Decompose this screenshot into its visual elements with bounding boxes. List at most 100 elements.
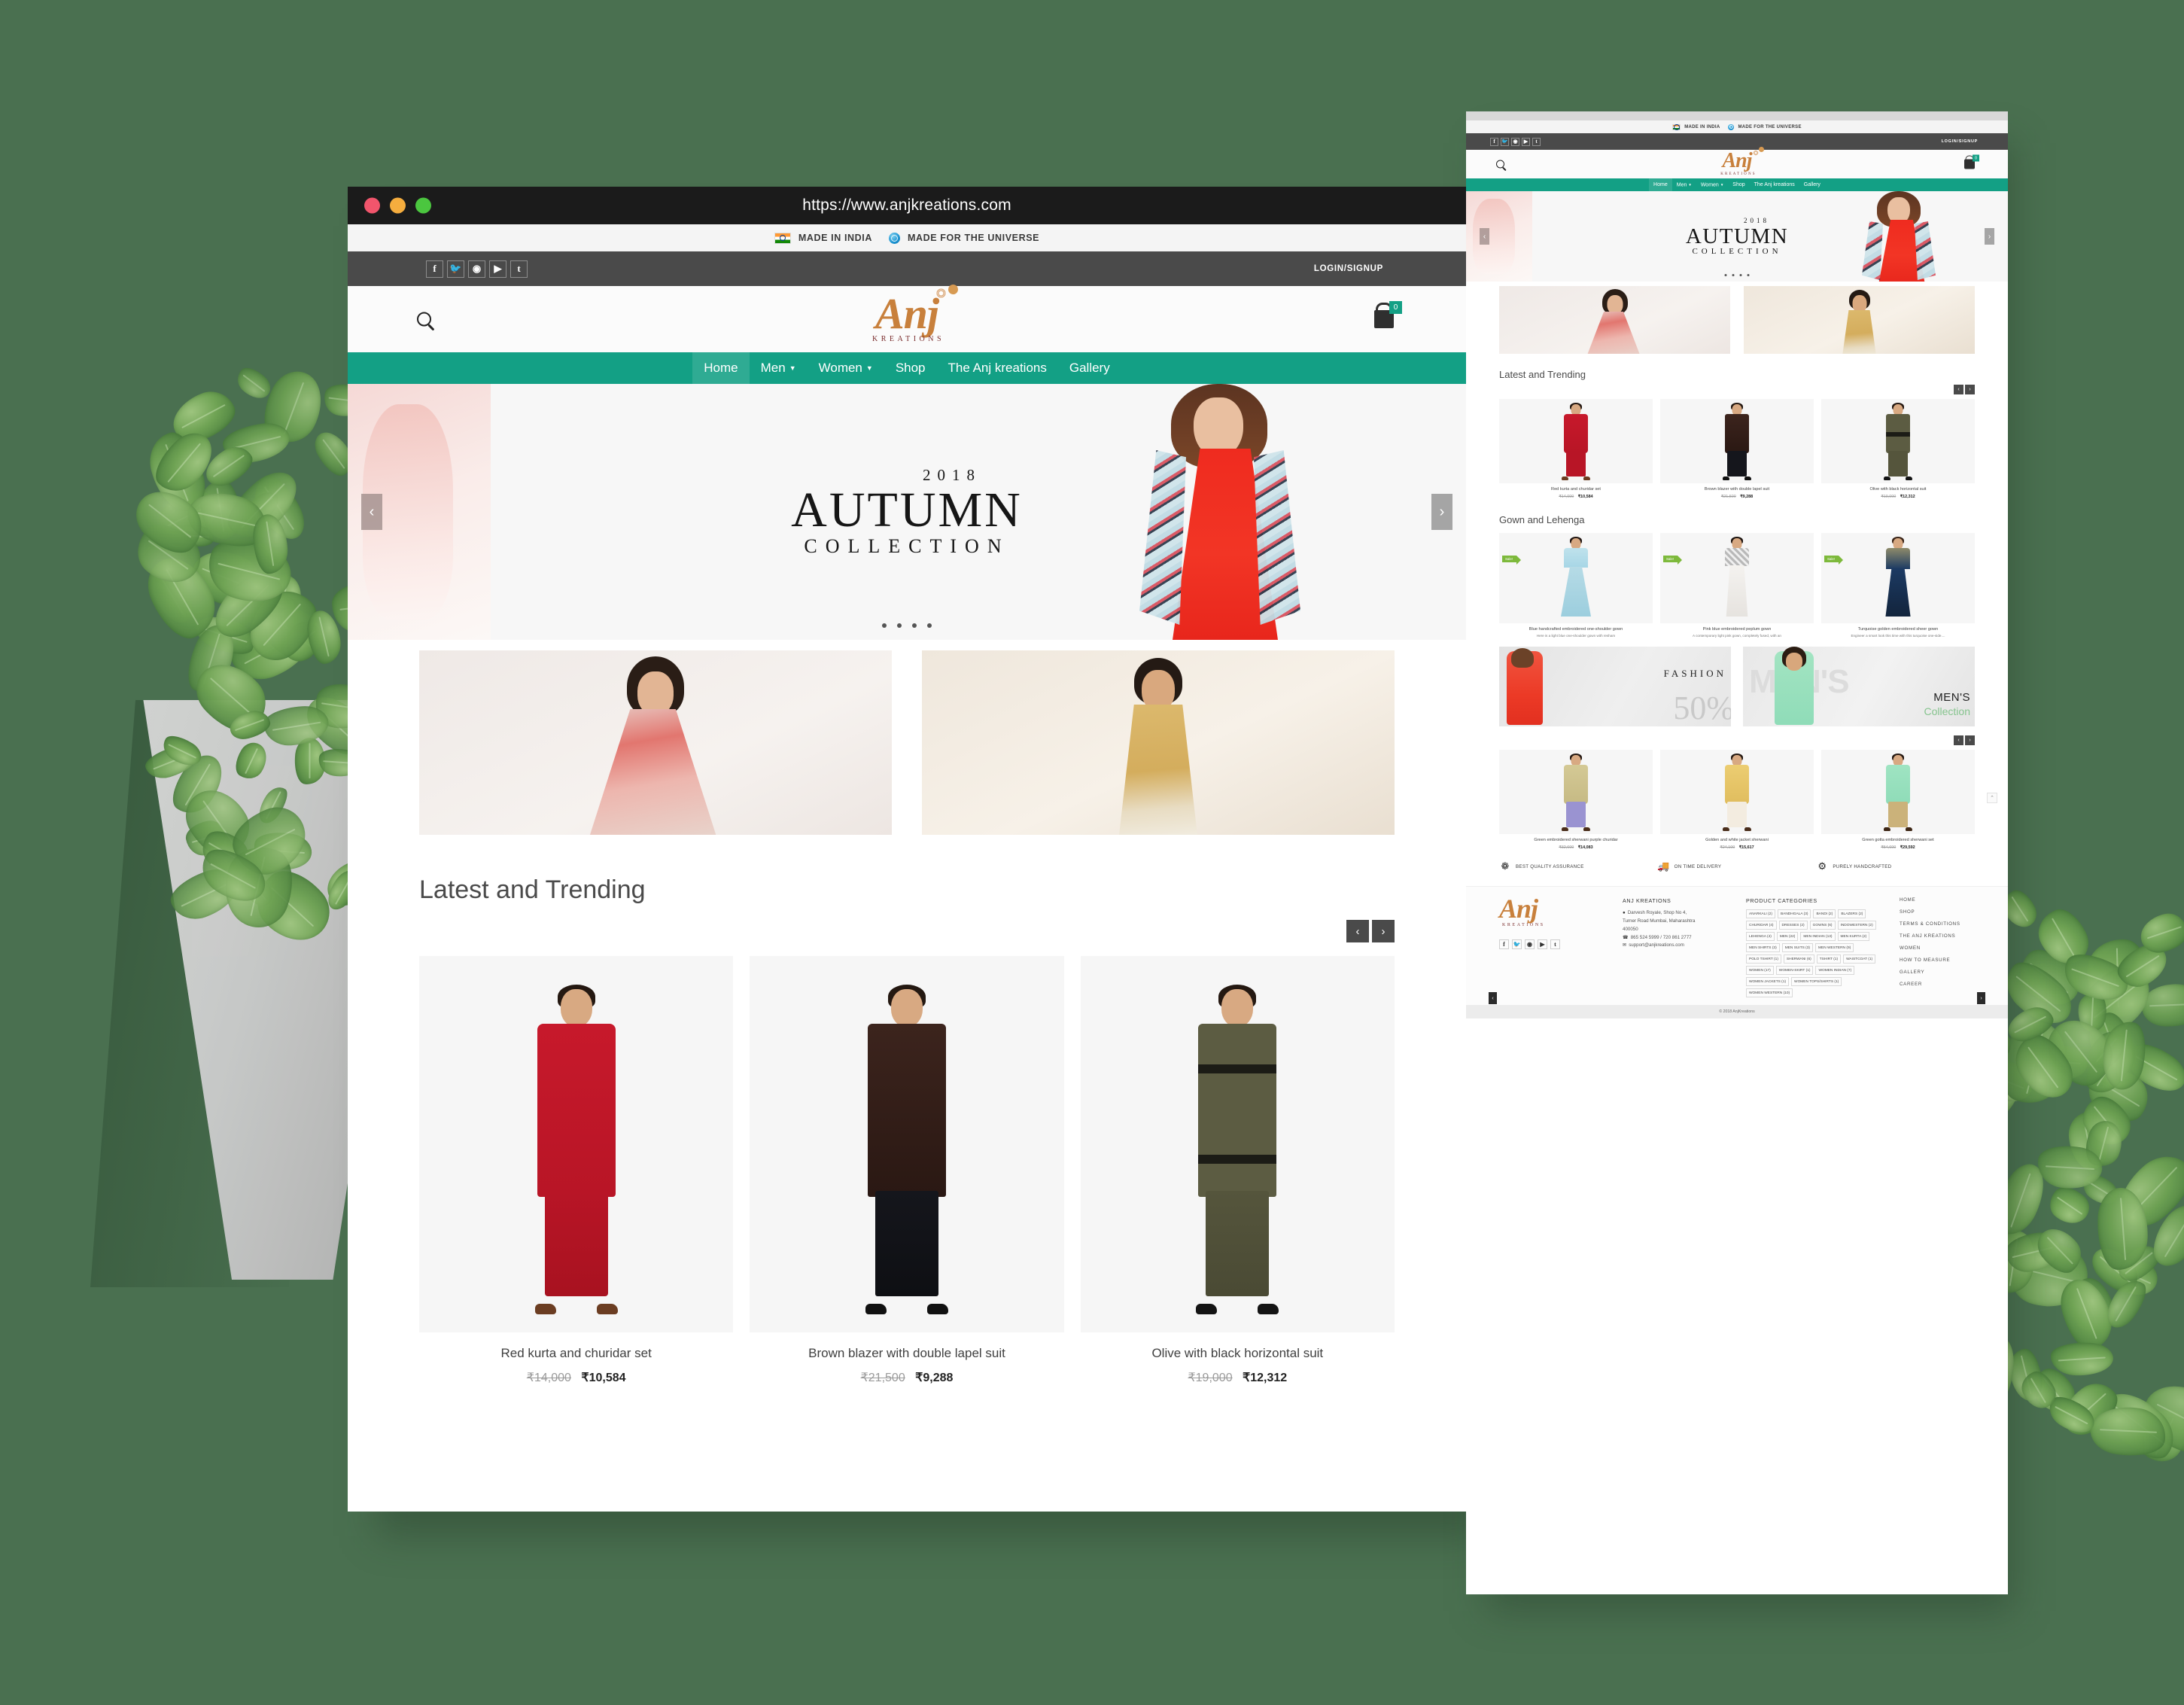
nav-item-gallery[interactable]: Gallery	[1799, 178, 1825, 191]
category-tag[interactable]: MEN KURTA (2)	[1837, 932, 1870, 941]
youtube-icon[interactable]: ▶	[489, 260, 506, 278]
tumblr-icon[interactable]: t	[1532, 137, 1541, 146]
category-tag[interactable]: MEN INDIAN (13)	[1800, 932, 1836, 941]
youtube-icon[interactable]: ▶	[1538, 939, 1547, 949]
category-tag[interactable]: POLO TSHIRT (1)	[1746, 954, 1781, 964]
hero-prev-arrow[interactable]: ‹	[361, 494, 382, 530]
tumblr-icon[interactable]: t	[510, 260, 528, 278]
product-image[interactable]: Sale!	[1821, 533, 1975, 623]
site-logo[interactable]: Anj KREATIONS	[869, 285, 959, 343]
instagram-icon[interactable]: ◉	[468, 260, 485, 278]
product-card[interactable]: Red kurta and churidar set ₹14,000 ₹10,5…	[419, 956, 734, 1385]
product-image[interactable]: Sale!	[1499, 533, 1653, 623]
nav-item-gallery[interactable]: Gallery	[1058, 352, 1121, 384]
product-image[interactable]	[750, 956, 1064, 1332]
category-tag[interactable]: INDOWESTERN (2)	[1837, 921, 1876, 930]
hero-prev-arrow[interactable]: ‹	[1480, 228, 1489, 245]
category-tag[interactable]: MEN SUITS (3)	[1781, 943, 1814, 952]
category-tag[interactable]: LEHENGA (4)	[1746, 932, 1775, 941]
footer-link[interactable]: WOMEN	[1900, 945, 1975, 951]
footer-link[interactable]: GALLERY	[1900, 970, 1975, 975]
promo-tile-lehenga[interactable]	[1499, 286, 1730, 354]
category-tag[interactable]: WOMEN TOPS/SHIRTS (1)	[1791, 977, 1842, 986]
banner-mens-collection[interactable]: MEN'S MEN'S Collection	[1743, 647, 1975, 726]
category-tag[interactable]: BLAZERS (2)	[1838, 909, 1866, 918]
promo-tile-menswear[interactable]	[922, 650, 1395, 835]
category-tag[interactable]: MEN WESTERN (9)	[1815, 943, 1854, 952]
footer-link[interactable]: CAREER	[1900, 982, 1975, 987]
footer-link[interactable]: TERMS & CONDITIONS	[1900, 921, 1975, 927]
right-main-navigation[interactable]: Home Men ▼ Women ▼ Shop The Anj kreations …	[1466, 178, 2008, 191]
product-image[interactable]	[1080, 956, 1395, 1332]
maximize-button-icon[interactable]	[415, 197, 431, 214]
category-tag[interactable]: GOWNS (6)	[1809, 921, 1836, 930]
login-signup-link[interactable]: LOGIN/SIGNUP	[1314, 264, 1383, 273]
promo-tile-lehenga[interactable]	[419, 650, 892, 835]
footer-link[interactable]: HOW TO MEASURE	[1900, 958, 1975, 963]
category-tag[interactable]: ANARKALI (2)	[1746, 909, 1775, 918]
carousel-prev-button[interactable]: ‹	[1346, 920, 1369, 942]
category-tag[interactable]: TSHIRT (1)	[1816, 954, 1842, 964]
category-tag-list[interactable]: ANARKALI (2) BANDHGALA (3) BANDI (2) BLAZER…	[1746, 909, 1889, 997]
search-icon[interactable]	[1496, 160, 1504, 169]
cart-button[interactable]: 0	[1964, 154, 1979, 169]
product-card[interactable]: Olive with black horizontal suit ₹19,000…	[1080, 956, 1395, 1385]
main-navigation[interactable]: Home Men ▼ Women ▼ Shop The Anj kreations …	[348, 352, 1466, 384]
social-links[interactable]: f 🐦 ◉ ▶ t	[426, 260, 528, 278]
nav-item-women[interactable]: Women ▼	[808, 352, 884, 385]
search-icon[interactable]	[417, 312, 431, 327]
category-tag[interactable]: DRESSES (2)	[1778, 921, 1808, 930]
hero-next-arrow[interactable]: ›	[1985, 228, 1994, 245]
carousel-next-button[interactable]: ›	[1965, 385, 1975, 394]
carousel-next-button[interactable]: ›	[1965, 735, 1975, 745]
category-tag[interactable]: WOMEN JACKETS (1)	[1746, 977, 1790, 986]
product-image[interactable]	[1821, 399, 1975, 483]
nav-item-men[interactable]: Men ▼	[1672, 178, 1696, 191]
category-tag[interactable]: MEN SHIRTS (3)	[1746, 943, 1780, 952]
product-card[interactable]: Brown blazer with double lapel suit ₹21,…	[750, 956, 1064, 1385]
latest-carousel-controls[interactable]: ‹ ›	[348, 905, 1466, 942]
nav-item-the-anj-kreations[interactable]: The Anj kreations	[937, 352, 1058, 384]
tumblr-icon[interactable]: t	[1550, 939, 1560, 949]
category-tag[interactable]: MEN (22)	[1776, 932, 1799, 941]
footer-email[interactable]: support@anjkreations.com	[1629, 942, 1684, 948]
category-tag[interactable]: WOMEN WESTERN (10)	[1746, 988, 1793, 997]
footer-links-column[interactable]: HOME SHOP TERMS & CONDITIONS THE ANJ KREATI…	[1900, 897, 1975, 997]
product-card[interactable]: Golden and white jacket sherwani ₹24,100…	[1660, 750, 1814, 850]
window-controls[interactable]	[364, 197, 431, 214]
banner-fashion-50[interactable]: FASHION 50%	[1499, 647, 1731, 726]
carousel-next-button[interactable]: ›	[1372, 920, 1395, 942]
nav-item-shop[interactable]: Shop	[1728, 178, 1749, 191]
product-card[interactable]: Sale! Pink blue embroidered peplum gown …	[1660, 533, 1814, 638]
close-button-icon[interactable]	[364, 197, 380, 214]
gowns-prev-arrow[interactable]: ‹	[1489, 992, 1497, 1004]
youtube-icon[interactable]: ▶	[1522, 137, 1530, 146]
product-card[interactable]: Green embroidered sherwani purple churid…	[1499, 750, 1653, 850]
product-card[interactable]: Sale! Turquoise golden embroidered sheer…	[1821, 533, 1975, 638]
hero-pagination-dots[interactable]	[1724, 274, 1750, 276]
twitter-icon[interactable]: 🐦	[447, 260, 464, 278]
product-card[interactable]: Sale! Blue handcrafted embroidered one-s…	[1499, 533, 1653, 638]
sherwani-carousel-controls[interactable]: ‹ ›	[1466, 726, 2008, 745]
footer-link[interactable]: THE ANJ KREATIONS	[1900, 933, 1975, 939]
login-signup-link[interactable]: LOGIN/SIGNUP	[1942, 139, 1978, 144]
footer-social-links[interactable]: f 🐦 ◉ ▶ t	[1499, 939, 1612, 949]
nav-item-men[interactable]: Men ▼	[750, 352, 808, 385]
facebook-icon[interactable]: f	[426, 260, 443, 278]
footer-link[interactable]: SHOP	[1900, 909, 1975, 915]
product-image[interactable]	[1499, 399, 1653, 483]
nav-item-shop[interactable]: Shop	[884, 352, 937, 384]
category-tag[interactable]: BANDI (2)	[1813, 909, 1836, 918]
gowns-next-arrow[interactable]: ›	[1977, 992, 1985, 1004]
product-image[interactable]	[419, 956, 734, 1332]
scroll-to-top-button[interactable]: ⌃	[1987, 793, 1997, 803]
nav-item-women[interactable]: Women ▼	[1696, 178, 1728, 191]
nav-item-home[interactable]: Home	[1649, 178, 1672, 191]
product-image[interactable]: Sale!	[1660, 533, 1814, 623]
minimize-button-icon[interactable]	[390, 197, 406, 214]
address-bar-url[interactable]: https://www.anjkreations.com	[802, 196, 1011, 215]
nav-item-the-anj-kreations[interactable]: The Anj kreations	[1750, 178, 1799, 191]
product-image[interactable]	[1499, 750, 1653, 834]
category-tag[interactable]: WOMEN (17)	[1746, 966, 1774, 975]
product-image[interactable]	[1821, 750, 1975, 834]
